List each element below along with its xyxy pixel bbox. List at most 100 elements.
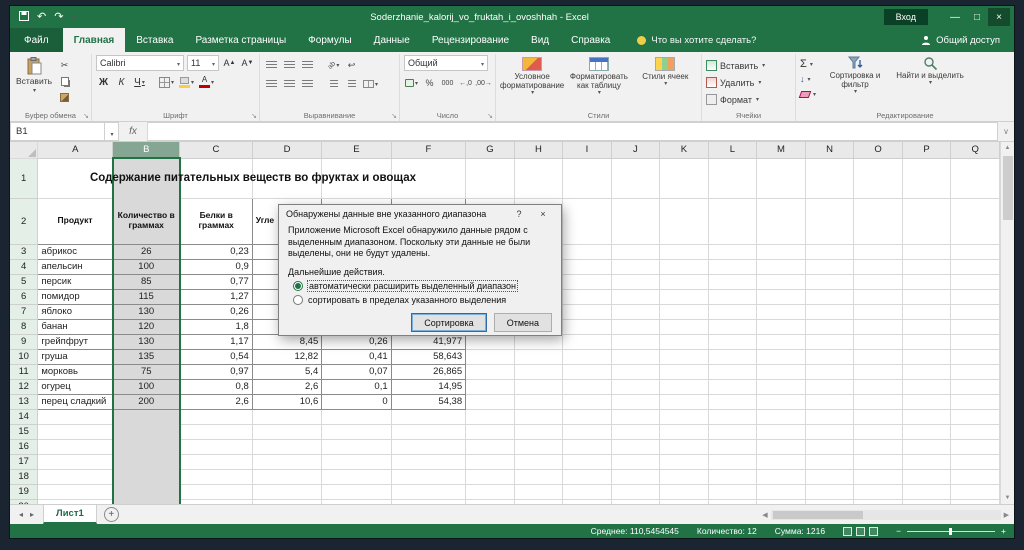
cell-I15[interactable] <box>563 424 611 439</box>
cell-G14[interactable] <box>466 409 515 424</box>
cell-K6[interactable] <box>660 289 709 304</box>
cell-Q16[interactable] <box>951 439 1000 454</box>
cell-C14[interactable] <box>180 409 253 424</box>
cell-O6[interactable] <box>854 289 903 304</box>
insert-cells-button[interactable]: Вставить <box>706 58 791 73</box>
cell-K16[interactable] <box>660 439 709 454</box>
undo-icon[interactable]: ↶ <box>37 12 46 23</box>
row-header-14[interactable]: 14 <box>10 409 38 424</box>
cell-M13[interactable] <box>757 394 806 409</box>
cell-Q11[interactable] <box>951 364 1000 379</box>
cell-F13[interactable]: 54,38 <box>391 394 465 409</box>
tab-view[interactable]: Вид <box>520 28 560 52</box>
cell-M17[interactable] <box>757 454 806 469</box>
cell-B4[interactable]: 100 <box>113 259 180 274</box>
column-header-K[interactable]: K <box>660 142 709 158</box>
add-sheet-button[interactable]: + <box>104 507 119 522</box>
close-button[interactable]: × <box>988 8 1010 26</box>
cell-H9[interactable] <box>514 334 563 349</box>
cell-N3[interactable] <box>805 244 854 259</box>
cell-Q4[interactable] <box>951 259 1000 274</box>
cell-B19[interactable] <box>113 484 180 499</box>
cell-O19[interactable] <box>854 484 903 499</box>
cell-A6[interactable]: помидор <box>38 289 113 304</box>
tab-insert[interactable]: Вставка <box>125 28 184 52</box>
cell-M7[interactable] <box>757 304 806 319</box>
sheet-nav-left-icon[interactable]: ◂ <box>19 510 23 519</box>
cell-F15[interactable] <box>391 424 465 439</box>
cell-E11[interactable]: 0,07 <box>322 364 391 379</box>
cell-B17[interactable] <box>113 454 180 469</box>
cell-O5[interactable] <box>854 274 903 289</box>
formula-input[interactable] <box>147 122 998 141</box>
radio-continue-selection[interactable]: сортировать в пределах указанного выделе… <box>279 291 561 305</box>
cell-N18[interactable] <box>805 469 854 484</box>
cell-H17[interactable] <box>514 454 563 469</box>
cell-L10[interactable] <box>708 349 757 364</box>
cell-N6[interactable] <box>805 289 854 304</box>
cell-A2[interactable]: Продукт <box>38 198 113 244</box>
tab-data[interactable]: Данные <box>363 28 421 52</box>
cell-I3[interactable] <box>563 244 611 259</box>
align-left-icon[interactable] <box>264 77 279 91</box>
cell-F14[interactable] <box>391 409 465 424</box>
column-header-E[interactable]: E <box>322 142 391 158</box>
cell-G17[interactable] <box>466 454 515 469</box>
cell-C10[interactable]: 0,54 <box>180 349 253 364</box>
cell-L12[interactable] <box>708 379 757 394</box>
cell-N20[interactable] <box>805 499 854 504</box>
zoom-in-icon[interactable]: + <box>1001 526 1006 536</box>
cell-D13[interactable]: 10,6 <box>252 394 321 409</box>
cell-D9[interactable]: 8,45 <box>252 334 321 349</box>
cell-C7[interactable]: 0,26 <box>180 304 253 319</box>
cell-G13[interactable] <box>466 394 515 409</box>
cell-J9[interactable] <box>611 334 660 349</box>
cell-I19[interactable] <box>563 484 611 499</box>
cell-B12[interactable]: 100 <box>113 379 180 394</box>
paste-button[interactable]: Вставить <box>14 55 54 104</box>
cell-P1[interactable] <box>902 158 951 198</box>
minimize-button[interactable]: — <box>944 8 966 26</box>
cell-J5[interactable] <box>611 274 660 289</box>
cell-A13[interactable]: перец сладкий <box>38 394 113 409</box>
row-header-4[interactable]: 4 <box>10 259 38 274</box>
cell-I2[interactable] <box>563 198 611 244</box>
cell-A20[interactable] <box>38 499 113 504</box>
cell-B18[interactable] <box>113 469 180 484</box>
cell-C18[interactable] <box>180 469 253 484</box>
cell-A3[interactable]: абрикос <box>38 244 113 259</box>
cell-styles-button[interactable]: Стили ячеек <box>634 55 697 97</box>
cell-C9[interactable]: 1,17 <box>180 334 253 349</box>
grow-font-button[interactable]: А▲ <box>222 56 237 70</box>
cell-L6[interactable] <box>708 289 757 304</box>
align-middle-icon[interactable] <box>282 58 297 72</box>
font-name-select[interactable]: Calibri <box>96 55 184 71</box>
cell-J17[interactable] <box>611 454 660 469</box>
cell-H19[interactable] <box>514 484 563 499</box>
cell-F10[interactable]: 58,643 <box>391 349 465 364</box>
cell-I11[interactable] <box>563 364 611 379</box>
tab-review[interactable]: Рецензирование <box>421 28 520 52</box>
merge-center-icon[interactable] <box>362 77 379 91</box>
cell-F1[interactable] <box>391 158 465 198</box>
cell-N11[interactable] <box>805 364 854 379</box>
cell-O10[interactable] <box>854 349 903 364</box>
column-header-F[interactable]: F <box>391 142 465 158</box>
horizontal-scrollbar[interactable]: ◀ ▶ <box>757 505 1014 524</box>
cell-J2[interactable] <box>611 198 660 244</box>
cell-H12[interactable] <box>514 379 563 394</box>
align-bottom-icon[interactable] <box>300 58 315 72</box>
zoom-slider-knob[interactable] <box>949 528 952 535</box>
cell-M15[interactable] <box>757 424 806 439</box>
cell-B16[interactable] <box>113 439 180 454</box>
cell-I18[interactable] <box>563 469 611 484</box>
cell-B5[interactable]: 85 <box>113 274 180 289</box>
tab-file[interactable]: Файл <box>10 28 63 52</box>
cell-O2[interactable] <box>854 198 903 244</box>
cell-P20[interactable] <box>902 499 951 504</box>
cell-I9[interactable] <box>563 334 611 349</box>
cell-C8[interactable]: 1,8 <box>180 319 253 334</box>
cell-K15[interactable] <box>660 424 709 439</box>
cell-H20[interactable] <box>514 499 563 504</box>
cell-K2[interactable] <box>660 198 709 244</box>
